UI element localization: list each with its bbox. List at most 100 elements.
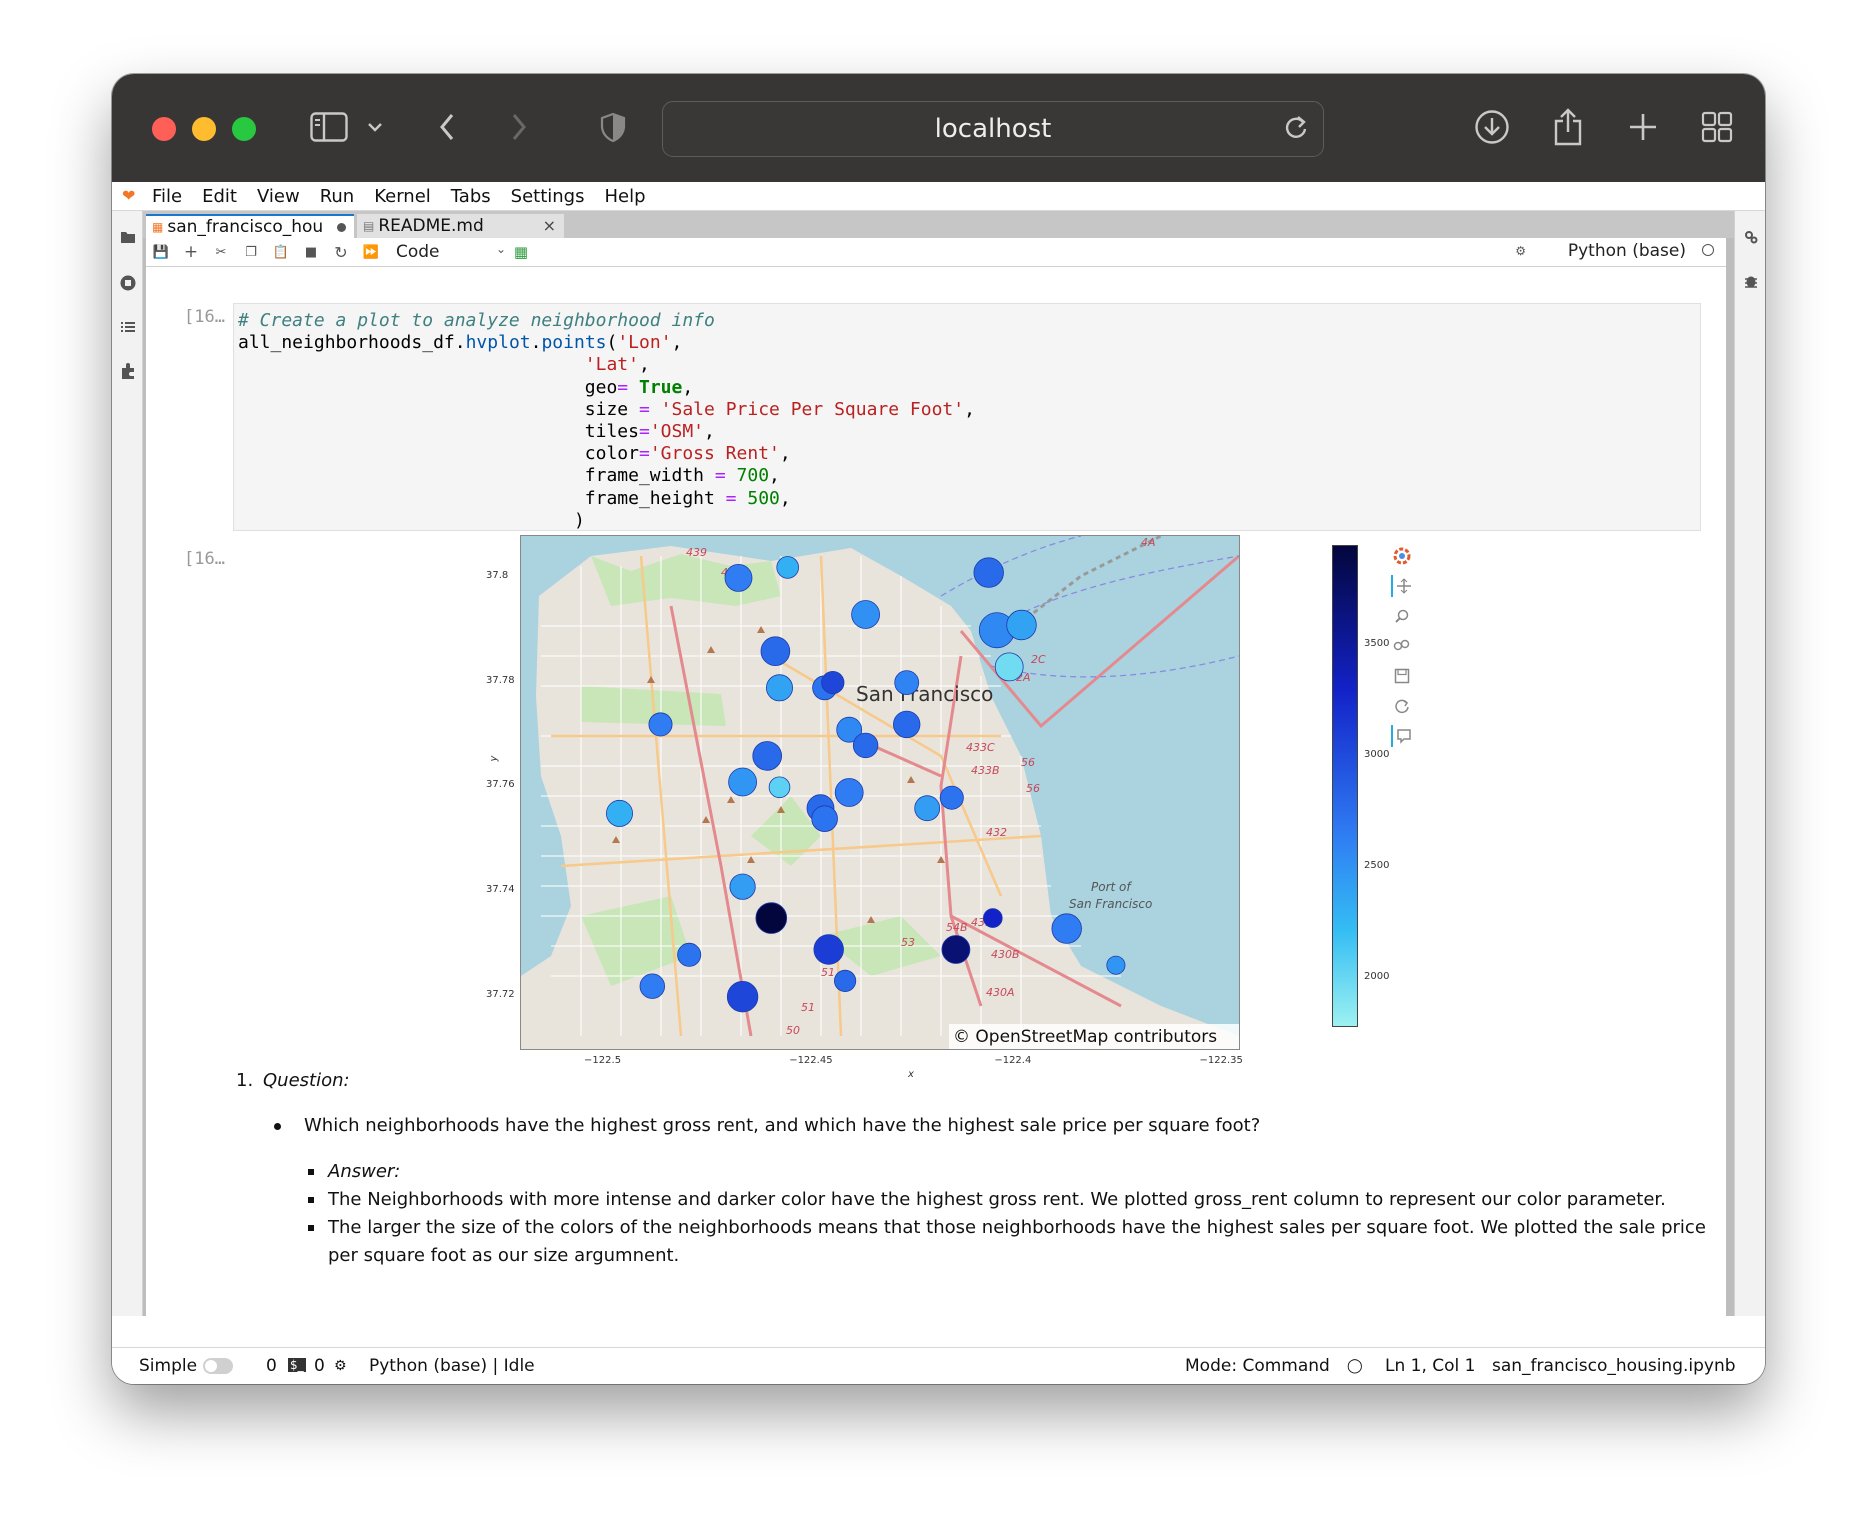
data-point[interactable] bbox=[914, 795, 941, 822]
data-point[interactable] bbox=[994, 652, 1024, 682]
data-point[interactable] bbox=[833, 969, 857, 992]
minimize-window-button[interactable] bbox=[192, 117, 216, 141]
sidebar-toggle-icon[interactable] bbox=[308, 105, 350, 149]
reset-tool-icon[interactable] bbox=[1391, 695, 1413, 717]
data-point[interactable] bbox=[765, 674, 793, 702]
data-point[interactable] bbox=[893, 710, 921, 739]
address-bar[interactable]: localhost bbox=[662, 101, 1324, 157]
extensions-icon[interactable] bbox=[118, 361, 138, 381]
file-browser-icon[interactable] bbox=[118, 227, 138, 247]
hover-tool-icon[interactable] bbox=[1391, 725, 1415, 747]
terminal-count[interactable]: 0 bbox=[266, 1356, 277, 1376]
tab-readme[interactable]: ▤ README.md × bbox=[357, 214, 564, 238]
data-point[interactable] bbox=[852, 732, 879, 759]
data-point[interactable] bbox=[729, 873, 756, 900]
cell-type-select[interactable]: Code ⌄ bbox=[396, 242, 506, 262]
trusted-shield-icon[interactable]: ◯ bbox=[1347, 1358, 1363, 1374]
restart-icon[interactable]: ↻ bbox=[326, 243, 356, 262]
pan-tool-icon[interactable] bbox=[1391, 575, 1415, 597]
data-point[interactable] bbox=[639, 973, 666, 999]
data-point[interactable] bbox=[1051, 913, 1082, 944]
code-val: 'Sale Price Per Square Foot' bbox=[660, 398, 965, 420]
data-point[interactable] bbox=[648, 712, 673, 737]
data-point[interactable] bbox=[606, 799, 634, 827]
wheel-zoom-tool-icon[interactable] bbox=[1391, 635, 1413, 657]
menu-kernel[interactable]: Kernel bbox=[374, 186, 431, 207]
cursor-position[interactable]: Ln 1, Col 1 bbox=[1385, 1356, 1476, 1376]
menu-file[interactable]: File bbox=[152, 186, 182, 207]
colorbar-tick-label: 3500 bbox=[1364, 637, 1390, 649]
table-of-contents-icon[interactable] bbox=[118, 317, 138, 337]
data-point[interactable] bbox=[1106, 955, 1126, 975]
debugger-icon[interactable] bbox=[1741, 271, 1761, 291]
fast-forward-icon[interactable]: ⏩ bbox=[356, 245, 386, 260]
menu-settings[interactable]: Settings bbox=[511, 186, 585, 207]
data-point[interactable] bbox=[982, 908, 1003, 928]
data-point[interactable] bbox=[813, 934, 844, 965]
add-cell-icon[interactable]: + bbox=[176, 242, 206, 262]
data-point[interactable] bbox=[768, 776, 791, 799]
notebook-panel[interactable]: [16… # Create a plot to analyze neighbor… bbox=[146, 267, 1726, 1316]
kernel-count[interactable]: 0 bbox=[314, 1356, 325, 1376]
share-icon[interactable] bbox=[1548, 105, 1588, 149]
paste-icon[interactable]: 📋 bbox=[266, 245, 296, 260]
reload-icon[interactable] bbox=[1283, 114, 1309, 147]
data-point[interactable] bbox=[776, 556, 800, 579]
data-point[interactable] bbox=[755, 902, 788, 934]
menu-tabs[interactable]: Tabs bbox=[451, 186, 491, 207]
running-kernels-icon[interactable] bbox=[118, 273, 138, 293]
data-point[interactable] bbox=[821, 671, 845, 695]
menu-view[interactable]: View bbox=[257, 186, 300, 207]
stop-icon[interactable]: ■ bbox=[296, 245, 326, 260]
menu-run[interactable]: Run bbox=[320, 186, 355, 207]
privacy-shield-icon[interactable] bbox=[598, 105, 628, 149]
data-point[interactable] bbox=[811, 805, 838, 833]
save-icon[interactable]: 💾 bbox=[146, 245, 176, 260]
bokeh-logo-icon[interactable] bbox=[1391, 545, 1413, 567]
close-tab-icon[interactable]: × bbox=[543, 216, 556, 235]
downloads-icon[interactable] bbox=[1472, 105, 1512, 149]
map-plot[interactable]: 439 438 4A 2C 2A 433C 433B 56 56 432 53 … bbox=[520, 535, 1240, 1050]
y-tick-label: 37.78 bbox=[486, 674, 515, 686]
data-point[interactable] bbox=[724, 564, 753, 592]
open-table-icon[interactable]: ▦ bbox=[506, 243, 536, 261]
menu-edit[interactable]: Edit bbox=[202, 186, 237, 207]
property-inspector-icon[interactable] bbox=[1741, 227, 1761, 247]
simple-mode-toggle[interactable] bbox=[203, 1358, 233, 1374]
data-point[interactable] bbox=[894, 670, 920, 696]
main-dock-area: ▦ san_francisco_hou ▤ README.md × 💾 + ✂ … bbox=[143, 211, 1734, 1316]
kernel-name-button[interactable]: Python (base) bbox=[1568, 241, 1686, 261]
new-tab-icon[interactable] bbox=[1623, 105, 1663, 149]
chevron-down-icon[interactable] bbox=[365, 105, 385, 149]
y-tick-label: 37.8 bbox=[486, 569, 509, 581]
data-point[interactable] bbox=[851, 600, 881, 629]
data-point[interactable] bbox=[973, 557, 1004, 588]
data-point[interactable] bbox=[677, 942, 702, 967]
save-tool-icon[interactable] bbox=[1391, 665, 1413, 687]
data-point[interactable] bbox=[941, 935, 971, 964]
data-point[interactable] bbox=[939, 785, 964, 810]
data-point[interactable] bbox=[1006, 609, 1037, 641]
code-cell-editor[interactable]: # Create a plot to analyze neighborhood … bbox=[233, 303, 1701, 531]
data-point[interactable] bbox=[752, 741, 783, 771]
kernel-bug-icon[interactable]: ⚙ bbox=[1515, 244, 1526, 258]
tab-overview-icon[interactable] bbox=[1697, 105, 1737, 149]
data-point[interactable] bbox=[834, 778, 864, 807]
data-point[interactable] bbox=[726, 981, 759, 1013]
kernel-status[interactable]: Python (base) | Idle bbox=[369, 1356, 535, 1376]
code-val: 'OSM' bbox=[649, 421, 704, 443]
back-icon[interactable] bbox=[434, 105, 460, 149]
cut-icon[interactable]: ✂ bbox=[206, 245, 236, 260]
tab-san-francisco-notebook[interactable]: ▦ san_francisco_hou bbox=[146, 214, 354, 238]
close-window-button[interactable] bbox=[152, 117, 176, 141]
box-zoom-tool-icon[interactable] bbox=[1391, 605, 1413, 627]
forward-icon[interactable] bbox=[506, 105, 532, 149]
data-point[interactable] bbox=[760, 636, 791, 666]
zoom-window-button[interactable] bbox=[232, 117, 256, 141]
status-bar: Simple 0 $_ 0 ⚙ Python (base) | Idle Mod… bbox=[112, 1347, 1765, 1384]
menu-help[interactable]: Help bbox=[604, 186, 645, 207]
route-label: 4A bbox=[1141, 536, 1156, 549]
unsaved-dot-icon[interactable] bbox=[337, 223, 346, 232]
data-point[interactable] bbox=[728, 767, 758, 797]
copy-icon[interactable]: ❐ bbox=[236, 245, 266, 260]
